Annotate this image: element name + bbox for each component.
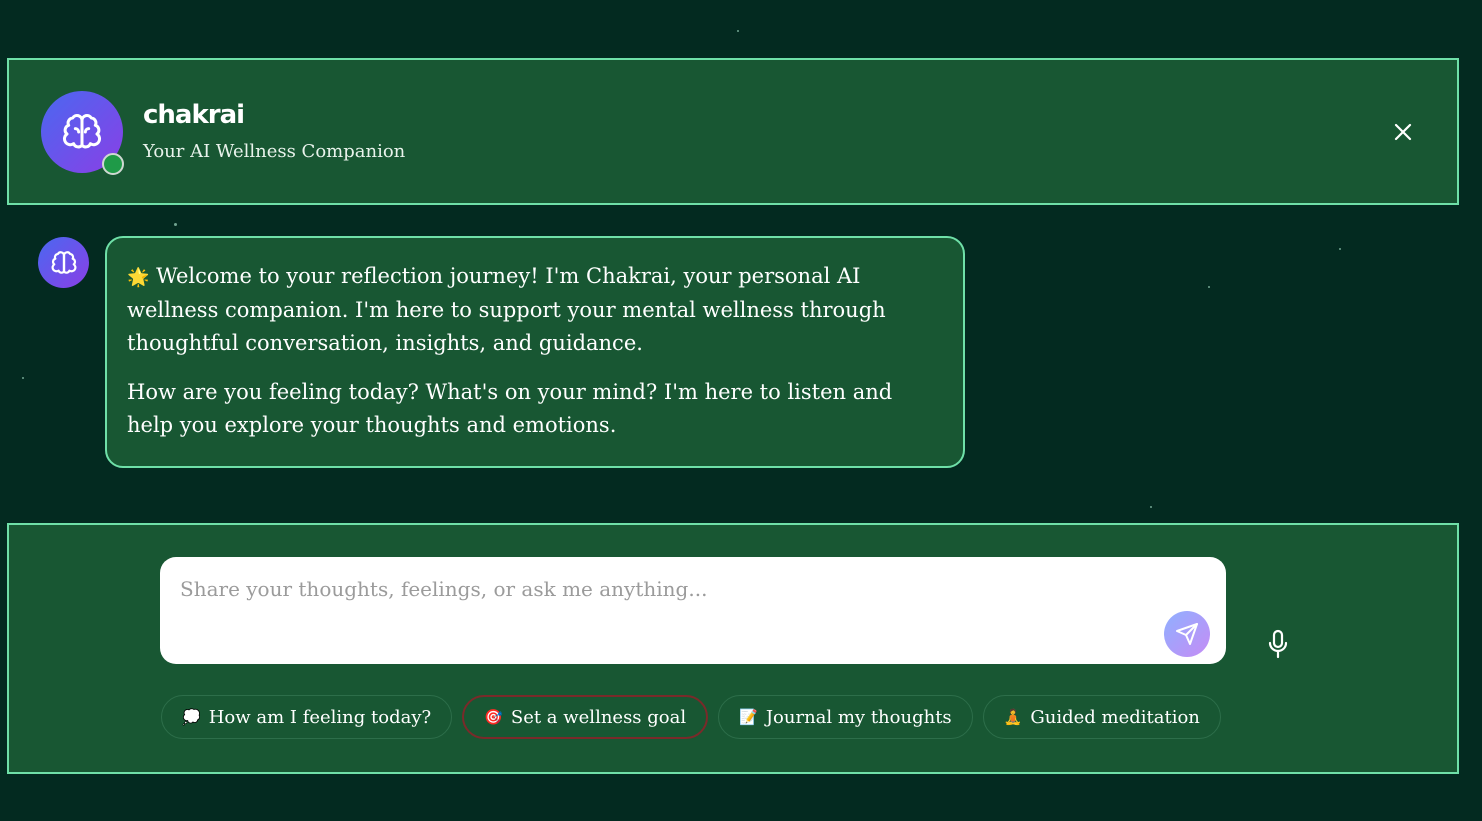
close-button[interactable] [1391, 120, 1415, 144]
chip-label: Guided meditation [1030, 706, 1200, 728]
brand-logo: chakrai [143, 100, 245, 130]
microphone-icon [1268, 629, 1288, 659]
star-decoration [737, 30, 739, 32]
star-decoration [174, 223, 177, 226]
thought-bubble-icon: 💭 [182, 708, 201, 726]
send-icon [1176, 623, 1198, 645]
assistant-message-bubble: 🌟 Welcome to your reflection journey! I'… [105, 236, 965, 468]
message-text: Welcome to your reflection journey! I'm … [127, 264, 886, 355]
send-button[interactable] [1164, 611, 1210, 657]
chip-label: Set a wellness goal [510, 706, 687, 728]
brain-icon [51, 250, 76, 274]
quick-action-guided-meditation[interactable]: 🧘 Guided meditation [982, 695, 1221, 739]
message-paragraph: How are you feeling today? What's on you… [127, 380, 893, 437]
composer-panel: 💭 How am I feeling today? 🎯 Set a wellne… [7, 523, 1459, 774]
sparkle-emoji: 🌟 [127, 267, 150, 288]
star-decoration [1339, 248, 1341, 250]
message-input-container [160, 557, 1226, 664]
close-icon [1394, 123, 1412, 141]
message-paragraph: 🌟 Welcome to your reflection journey! I'… [127, 260, 943, 360]
meditation-icon: 🧘 [1003, 708, 1023, 726]
online-status-indicator [102, 153, 124, 175]
microphone-button[interactable] [1264, 627, 1292, 661]
star-decoration [1208, 286, 1210, 288]
brand-tagline: Your AI Wellness Companion [143, 141, 406, 162]
chip-label: Journal my thoughts [765, 706, 952, 728]
chip-label: How am I feeling today? [208, 706, 432, 728]
star-decoration [1150, 506, 1152, 508]
quick-actions: 💭 How am I feeling today? 🎯 Set a wellne… [161, 695, 1221, 739]
quick-action-how-am-i-feeling[interactable]: 💭 How am I feeling today? [161, 695, 453, 739]
star-decoration [22, 377, 24, 379]
chat-header: chakrai Your AI Wellness Companion [7, 58, 1459, 205]
quick-action-set-wellness-goal[interactable]: 🎯 Set a wellness goal [462, 695, 709, 739]
quick-action-journal[interactable]: 📝 Journal my thoughts [718, 695, 973, 739]
target-icon: 🎯 [484, 708, 503, 726]
message-input[interactable] [160, 557, 1226, 664]
memo-icon: 📝 [739, 708, 758, 726]
brain-icon [62, 114, 102, 149]
message-avatar [38, 237, 89, 288]
